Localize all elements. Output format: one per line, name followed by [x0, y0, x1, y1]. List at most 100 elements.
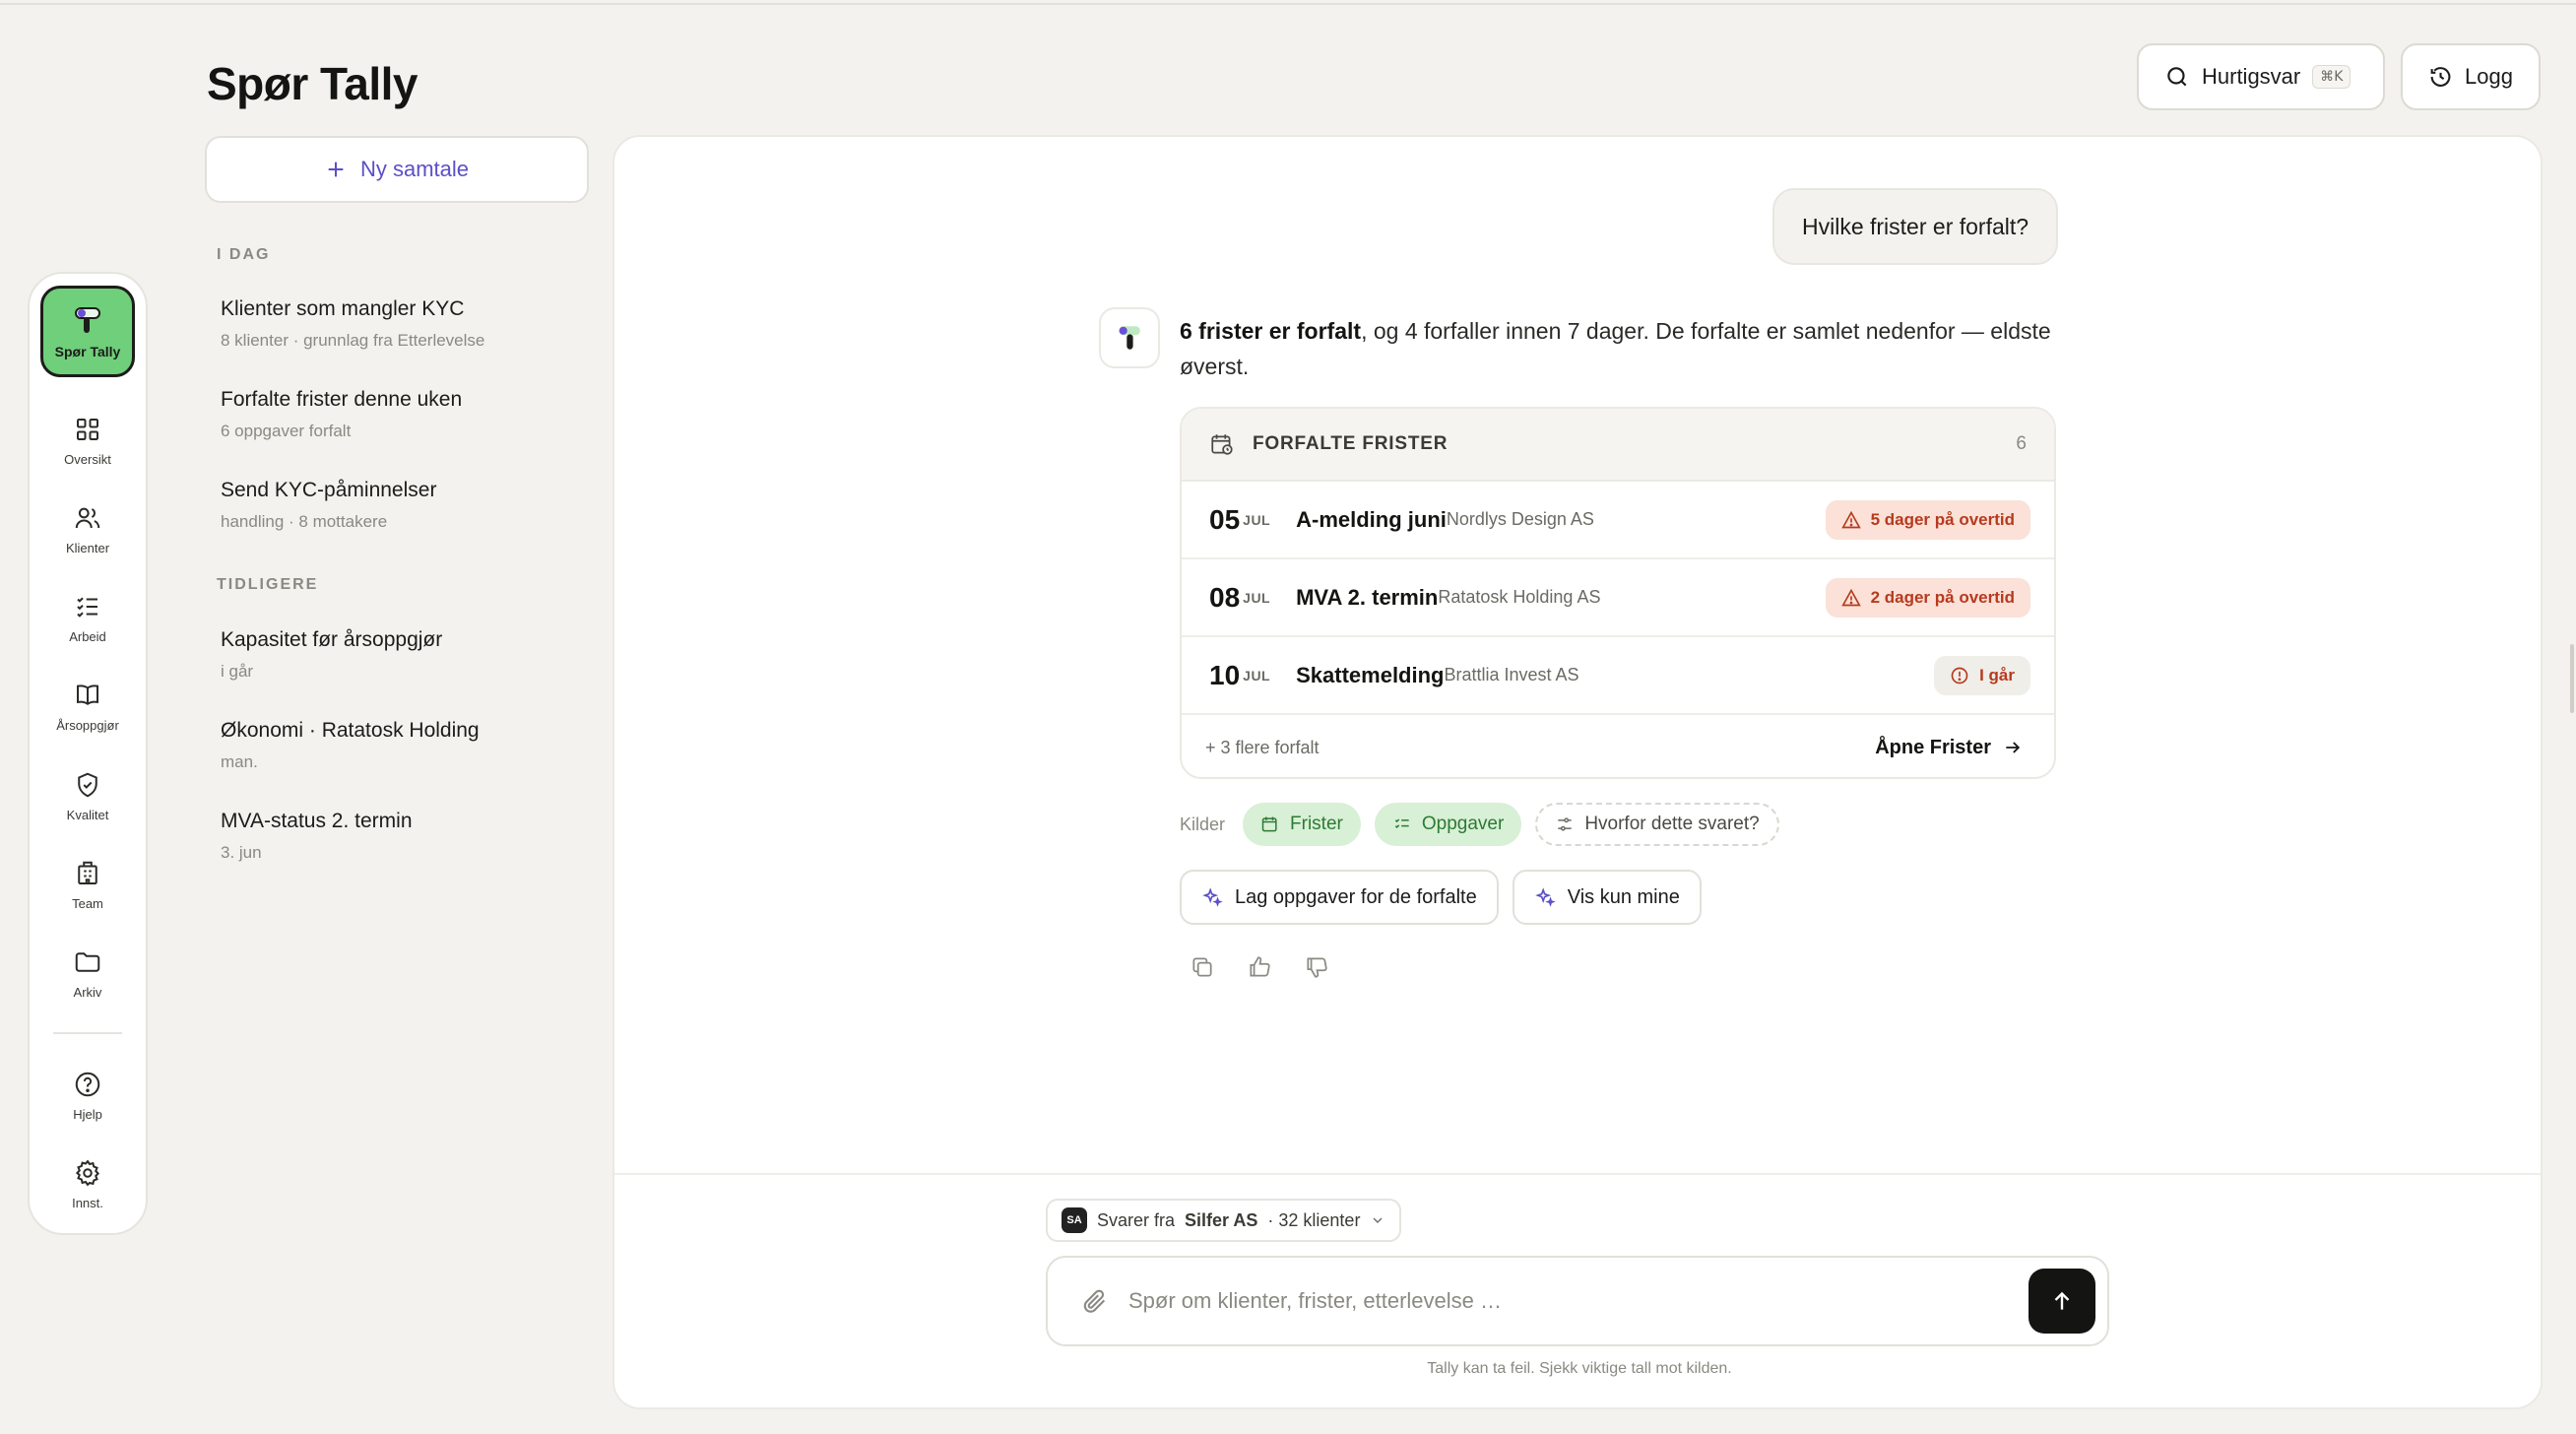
- conversation-item[interactable]: Klienter som mangler KYC 8 klienter · gr…: [221, 297, 585, 351]
- rail-label: Årsoppgjør: [56, 718, 119, 734]
- conversation-subtitle: 8 klienter · grunnlag fra Etterlevelse: [221, 331, 485, 350]
- log-label: Logg: [2465, 64, 2513, 89]
- send-button[interactable]: [2029, 1269, 2095, 1334]
- warning-icon: [1840, 510, 1861, 528]
- book-icon: [77, 684, 98, 706]
- answer-highlight: 6 frister er forfalt: [1180, 318, 1362, 344]
- rail-label: Innst.: [72, 1195, 103, 1210]
- tally-logo-icon: [75, 306, 100, 333]
- composer: [1046, 1256, 2109, 1346]
- section-today: I DAG: [217, 246, 271, 263]
- overdue-deadlines-card: FORFALTE FRISTER 6 05 JUL A-melding juni…: [1180, 407, 2056, 779]
- deadline-month: JUL: [1243, 667, 1271, 684]
- org-avatar: SA: [1062, 1207, 1087, 1233]
- create-tasks-button[interactable]: Lag oppgaver for de forfalte: [1180, 870, 1499, 925]
- context-count: · 32 klienter: [1267, 1209, 1361, 1230]
- deadline-title: Skattemelding: [1296, 662, 1445, 687]
- conversation-title: Kapasitet før årsoppgjør: [221, 628, 443, 651]
- show-mine-button[interactable]: Vis kun mine: [1512, 870, 1702, 925]
- rail-item-hjelp[interactable]: Hjelp: [40, 1056, 135, 1136]
- checklist-icon: [77, 597, 97, 619]
- conversation-subtitle: 3. jun: [221, 843, 262, 862]
- source-chip-oppgaver[interactable]: Oppgaver: [1374, 803, 1522, 846]
- more-overdue: + 3 flere forfalt: [1205, 737, 1320, 757]
- new-chat-button[interactable]: Ny samtale: [205, 136, 589, 203]
- action-label: Vis kun mine: [1567, 885, 1680, 908]
- deadline-row[interactable]: 08 JUL MVA 2. termin Ratatosk Holding AS…: [1182, 559, 2054, 637]
- shortcut-hint: ⌘K: [2312, 65, 2351, 89]
- sources-label: Kilder: [1180, 814, 1226, 834]
- copy-icon[interactable]: [1190, 954, 1215, 980]
- composer-area: SA Svarer fra Silfer AS · 32 klienter Ta…: [614, 1173, 2541, 1407]
- message-input[interactable]: [1128, 1288, 2029, 1314]
- calendar-clock-icon: [1211, 434, 1233, 455]
- conversation-item[interactable]: MVA-status 2. termin 3. jun: [221, 810, 585, 863]
- rail-item-kvalitet[interactable]: Kvalitet: [40, 755, 135, 835]
- deadline-client: Ratatosk Holding AS: [1438, 587, 1601, 607]
- rail-item-spor-tally[interactable]: Spør Tally: [40, 286, 135, 378]
- conversation-subtitle: i går: [221, 662, 254, 681]
- arrow-right-icon: [2006, 742, 2021, 753]
- help-icon: [75, 1072, 100, 1097]
- rail-label: Klienter: [65, 541, 110, 556]
- card-footer: + 3 flere forfalt Åpne Frister: [1182, 715, 2054, 777]
- context-prefix: Svarer fra: [1097, 1209, 1176, 1230]
- user-message: Hvilke frister er forfalt?: [1772, 188, 2059, 265]
- overdue-badge: 5 dager på overtid: [1825, 499, 2030, 540]
- source-chip-frister[interactable]: Frister: [1243, 803, 1361, 846]
- checklist-icon: [1394, 818, 1409, 828]
- arrow-up-icon: [2054, 1291, 2070, 1310]
- quick-answer-button[interactable]: Hurtigsvar ⌘K: [2137, 43, 2385, 110]
- rail-item-arkiv[interactable]: Arkiv: [40, 934, 135, 1013]
- rail-item-team[interactable]: Team: [40, 845, 135, 925]
- open-deadlines-link[interactable]: Åpne Frister: [1875, 737, 2023, 759]
- thumbs-down-icon[interactable]: [1304, 954, 1329, 980]
- rail-item-oversikt[interactable]: Oversikt: [40, 401, 135, 481]
- gear-icon: [75, 1159, 100, 1187]
- history-icon: [2430, 67, 2451, 87]
- conversation-item[interactable]: Økonomi · Ratatosk Holding man.: [221, 719, 585, 772]
- conversation-item[interactable]: Send KYC-påminnelser handling · 8 mottak…: [221, 479, 585, 532]
- deadline-title: A-melding juni: [1296, 506, 1447, 532]
- rail-item-innstillinger[interactable]: Innst.: [40, 1144, 135, 1224]
- conversation-title: Send KYC-påminnelser: [221, 479, 437, 501]
- paperclip-icon[interactable]: [1081, 1287, 1109, 1315]
- rail-label: Team: [72, 895, 103, 911]
- chip-label: Hvorfor dette svaret?: [1584, 814, 1760, 834]
- conversation-item[interactable]: Kapasitet før årsoppgjør i går: [221, 628, 585, 682]
- chevron-down-icon: [1373, 1217, 1383, 1223]
- badge-text: 5 dager på overtid: [1870, 509, 2015, 529]
- why-answer-chip[interactable]: Hvorfor dette svaret?: [1535, 803, 1779, 846]
- rail-label: Hjelp: [73, 1106, 102, 1122]
- thumbs-up-icon[interactable]: [1247, 954, 1272, 980]
- conversation-item[interactable]: Forfalte frister denne uken 6 oppgaver f…: [221, 388, 585, 441]
- conversation-title: Klienter som mangler KYC: [221, 297, 465, 320]
- log-button[interactable]: Logg: [2401, 43, 2541, 110]
- rail-item-arbeid[interactable]: Arbeid: [40, 578, 135, 658]
- folder-icon: [75, 952, 100, 972]
- scrollbar-handle[interactable]: [2570, 644, 2574, 713]
- deadline-month: JUL: [1243, 589, 1271, 606]
- badge-text: I går: [1979, 665, 2015, 684]
- rail-item-klienter[interactable]: Klienter: [40, 489, 135, 569]
- plus-icon: [328, 162, 344, 177]
- rail-label: Arkiv: [73, 984, 102, 1000]
- deadline-title: MVA 2. termin: [1296, 584, 1439, 610]
- deadline-client: Nordlys Design AS: [1446, 509, 1594, 529]
- section-earlier: TIDLIGERE: [217, 576, 319, 593]
- message-feedback: [1190, 954, 1329, 980]
- context-selector[interactable]: SA Svarer fra Silfer AS · 32 klienter: [1046, 1199, 1402, 1242]
- deadline-row[interactable]: 10 JUL Skattemelding Brattlia Invest AS …: [1182, 637, 2054, 715]
- deadline-day: 08: [1209, 581, 1241, 613]
- chip-label: Frister: [1290, 814, 1343, 834]
- warning-icon: [1840, 588, 1861, 606]
- card-count: 6: [2016, 433, 2027, 454]
- assistant-avatar: [1099, 307, 1160, 368]
- rail-item-arsoppgjor[interactable]: Årsoppgjør: [40, 667, 135, 747]
- sliders-icon: [1558, 817, 1572, 831]
- assistant-message: 6 frister er forfalt, og 4 forfaller inn…: [1180, 313, 2086, 384]
- rail-label: Kvalitet: [66, 807, 109, 822]
- deadline-day: 10: [1209, 659, 1241, 690]
- deadline-row[interactable]: 05 JUL A-melding juni Nordlys Design AS …: [1182, 482, 2054, 559]
- chat-panel: Hvilke frister er forfalt? 6 frister er …: [612, 135, 2543, 1409]
